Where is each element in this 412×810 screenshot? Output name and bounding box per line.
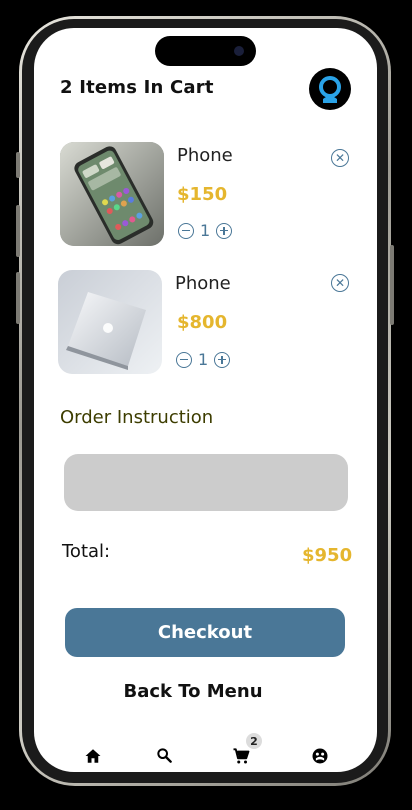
app-screen (34, 28, 377, 772)
side-button (16, 152, 20, 178)
item-name: Phone (177, 145, 233, 166)
avatar-graphic (319, 76, 341, 103)
decrease-quantity-icon[interactable] (178, 222, 194, 239)
total-value: $950 (302, 545, 353, 566)
order-instruction-input[interactable] (64, 454, 348, 511)
quantity-stepper: 1 (176, 350, 231, 369)
increase-quantity-icon[interactable] (216, 222, 233, 239)
laptop-photo (58, 270, 162, 374)
camera-icon (234, 46, 244, 56)
cart-icon[interactable] (232, 747, 252, 767)
profile-icon[interactable] (311, 747, 331, 767)
item-name: Phone (175, 273, 231, 294)
total-label: Total: (62, 541, 111, 562)
increase-quantity-icon[interactable] (214, 351, 231, 368)
quantity-value: 1 (198, 350, 209, 369)
checkout-button[interactable]: Checkout (65, 608, 345, 657)
back-to-menu-link[interactable]: Back To Menu (0, 681, 386, 702)
cart-count-badge: 2 (246, 733, 262, 749)
power-button (390, 245, 394, 325)
remove-item-icon[interactable]: ✕ (331, 149, 349, 167)
volume-up-button (16, 205, 20, 257)
page-title: 2 Items In Cart (60, 77, 214, 98)
volume-down-button (16, 272, 20, 324)
dynamic-island (155, 36, 256, 66)
user-avatar-icon[interactable] (309, 68, 351, 110)
smartphone-photo (60, 142, 164, 246)
remove-item-icon[interactable]: ✕ (331, 274, 349, 292)
decrease-quantity-icon[interactable] (176, 351, 192, 368)
quantity-value: 1 (200, 221, 211, 240)
item-price: $150 (177, 184, 228, 205)
order-instruction-label: Order Instruction (60, 407, 214, 428)
quantity-stepper: 1 (178, 221, 233, 240)
search-icon[interactable] (156, 747, 176, 767)
home-icon[interactable] (84, 747, 104, 767)
item-price: $800 (177, 312, 228, 333)
